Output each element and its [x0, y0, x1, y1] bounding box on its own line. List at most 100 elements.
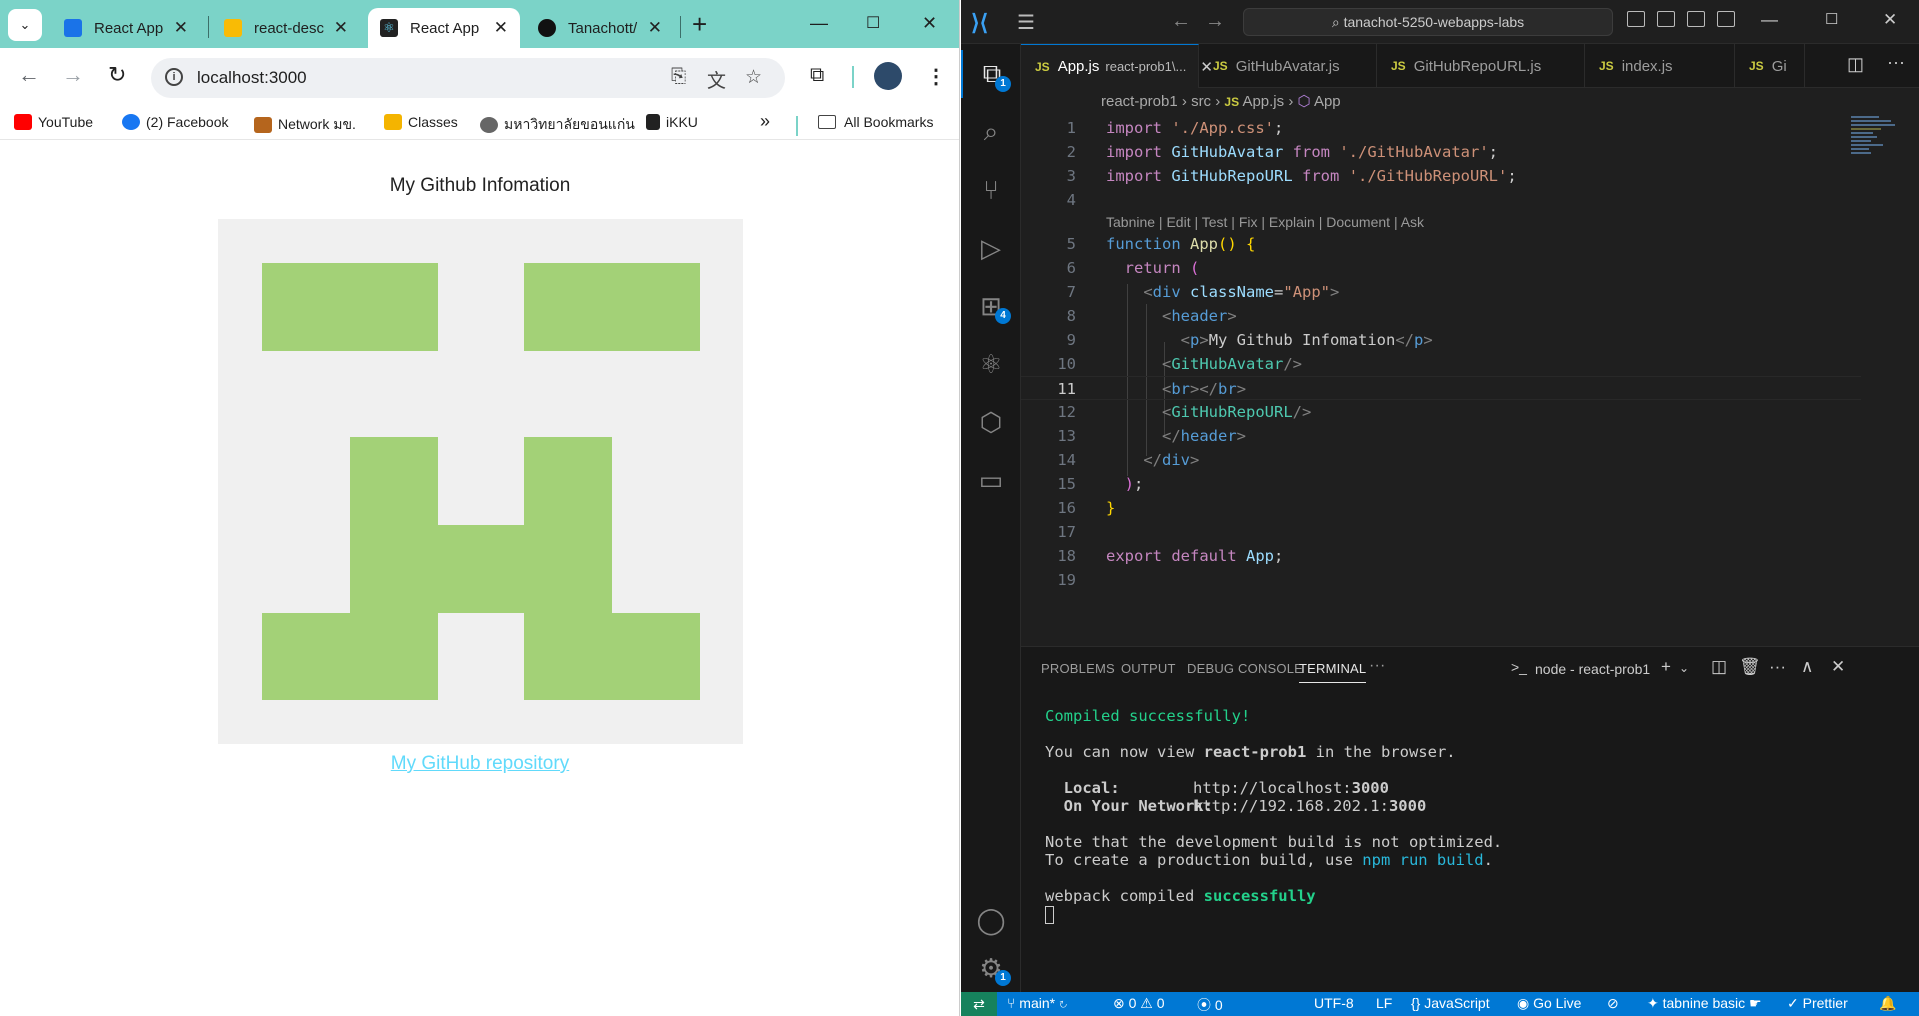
bookmark-item[interactable]: iKKU: [646, 114, 698, 130]
go-live-button[interactable]: ◉ Go Live: [1517, 995, 1581, 1012]
code-editor[interactable]: 1 import './App.css'; 2 import GitHubAvata…: [1021, 116, 1919, 646]
more-actions-icon[interactable]: ···: [1887, 52, 1905, 73]
browser-tab-active[interactable]: ⚛ React App ✕: [368, 8, 520, 48]
line-text: export default App;: [1106, 547, 1284, 565]
install-app-icon[interactable]: ⎘: [671, 66, 686, 88]
toggle-secondary-sidebar-icon[interactable]: [1687, 11, 1705, 27]
more-menu-icon[interactable]: ⋮: [926, 64, 946, 89]
line-number: 13: [1057, 427, 1076, 445]
site-info-icon[interactable]: i: [165, 68, 183, 86]
toggle-sidebar-icon[interactable]: [1627, 11, 1645, 27]
panel-tab-problems[interactable]: PROBLEMS: [1041, 661, 1115, 676]
github-repo-link[interactable]: My GitHub repository: [0, 753, 959, 775]
panel-tab-output[interactable]: OUTPUT: [1121, 661, 1176, 676]
bookmark-item[interactable]: Classes: [384, 114, 458, 130]
problems-status[interactable]: ⊗ 0 ⚠ 0: [1113, 995, 1165, 1012]
close-panel-icon[interactable]: ✕: [1831, 657, 1845, 677]
customize-layout-icon[interactable]: [1717, 11, 1735, 27]
editor-tab[interactable]: JS GitHubAvatar.js: [1199, 44, 1377, 88]
breadcrumb-item[interactable]: App.js: [1242, 93, 1284, 110]
prettier-status[interactable]: ✓ Prettier: [1787, 995, 1848, 1012]
browser-tab[interactable]: react-desc ✕: [212, 8, 360, 48]
more-bookmarks-button[interactable]: »: [760, 111, 770, 132]
remote-indicator-icon[interactable]: ⇄: [961, 992, 997, 1016]
manage-button[interactable]: ⚙ 1: [961, 944, 1021, 992]
go-back-button[interactable]: ←: [1171, 10, 1191, 33]
comments-button[interactable]: ▭: [961, 456, 1021, 504]
menu-icon[interactable]: ☰: [1017, 10, 1035, 35]
breadcrumb-item[interactable]: react-prob1: [1101, 93, 1178, 110]
explorer-button[interactable]: ⧉ 1: [961, 50, 1021, 98]
branch-status[interactable]: ⑂ main* ↻: [1007, 995, 1067, 1011]
copilot-disabled-icon[interactable]: ⊘: [1607, 995, 1619, 1012]
encoding-status[interactable]: UTF-8: [1314, 995, 1354, 1011]
editor-tab[interactable]: JS GitHubRepoURL.js: [1377, 44, 1585, 88]
bookmark-item[interactable]: YouTube: [14, 114, 93, 130]
notifications-icon[interactable]: 🔔: [1879, 995, 1896, 1012]
trash-icon[interactable]: 🗑: [1739, 657, 1761, 677]
tabnine-codelens[interactable]: Tabnine | Edit | Test | Fix | Explain | …: [1106, 214, 1424, 230]
editor-tab[interactable]: JS Gi: [1735, 44, 1805, 88]
split-terminal-icon[interactable]: ◫: [1711, 657, 1727, 677]
address-bar[interactable]: i localhost:3000 ⎘ 文 ☆: [151, 58, 785, 98]
panel-tab-terminal[interactable]: TERMINAL: [1299, 661, 1367, 683]
maximize-button[interactable]: ☐: [1825, 10, 1838, 28]
all-bookmarks-button[interactable]: All Bookmarks: [818, 114, 933, 130]
editor-tab[interactable]: JS index.js: [1585, 44, 1735, 88]
close-window-button[interactable]: ✕: [922, 13, 937, 34]
breadcrumb-item[interactable]: App: [1314, 93, 1341, 110]
translate-icon[interactable]: 文: [707, 66, 726, 93]
forward-button[interactable]: →: [62, 62, 84, 88]
tab-search-button[interactable]: ⌄: [8, 9, 42, 41]
chevron-down-icon[interactable]: ⌄: [1679, 661, 1689, 675]
terminal-name[interactable]: node - react-prob1: [1535, 661, 1650, 677]
source-control-button[interactable]: ⑂: [961, 166, 1021, 214]
bookmark-item[interactable]: (2) Facebook: [122, 114, 228, 130]
language-status[interactable]: {} JavaScript: [1411, 995, 1490, 1011]
breadcrumb-item[interactable]: src: [1191, 93, 1211, 110]
maximize-panel-icon[interactable]: ∧: [1801, 657, 1813, 677]
minimize-button[interactable]: —: [1761, 10, 1778, 30]
panel-tab-debug-console[interactable]: DEBUG CONSOLE: [1187, 661, 1303, 676]
maximize-button[interactable]: ☐: [866, 13, 880, 33]
close-icon[interactable]: ✕: [334, 18, 348, 38]
run-debug-button[interactable]: ▷: [961, 224, 1021, 272]
minimize-button[interactable]: —: [810, 13, 828, 34]
remote-explorer-button[interactable]: ⬡: [961, 398, 1021, 446]
bookmark-item[interactable]: Network มข.: [254, 114, 356, 136]
close-icon[interactable]: ✕: [648, 18, 662, 38]
ports-status[interactable]: ⦿ 0: [1197, 995, 1223, 1015]
close-icon[interactable]: ✕: [494, 18, 508, 38]
panel-more-icon[interactable]: ···: [1369, 657, 1386, 675]
language-name: JavaScript: [1424, 995, 1490, 1011]
editor-tab-active[interactable]: JS App.js react-prob1\... ✕: [1021, 44, 1213, 88]
command-center[interactable]: ⌕ tanachot-5250-webapps-labs: [1243, 8, 1613, 36]
profile-avatar[interactable]: [874, 62, 902, 90]
more-actions-icon[interactable]: ···: [1769, 657, 1786, 677]
browser-tab[interactable]: React App ✕: [52, 8, 200, 48]
tab-description: react-prob1\...: [1105, 59, 1187, 74]
go-forward-button[interactable]: →: [1205, 10, 1225, 33]
bookmark-item[interactable]: มหาวิทยาลัยขอนแก่น: [480, 114, 635, 136]
minimap[interactable]: [1851, 116, 1901, 156]
accounts-button[interactable]: ◯: [961, 896, 1021, 944]
extensions-icon[interactable]: ⧉: [810, 64, 824, 87]
bookmark-star-icon[interactable]: ☆: [745, 66, 762, 89]
extensions-button[interactable]: ⊞ 4: [961, 282, 1021, 330]
back-button[interactable]: ←: [18, 62, 40, 88]
eol-status[interactable]: LF: [1376, 995, 1392, 1011]
tabnine-status[interactable]: ✦ tabnine basic ☛: [1647, 995, 1762, 1012]
terminal-output[interactable]: Compiled successfully! You can now view …: [1045, 707, 1502, 924]
close-window-button[interactable]: ✕: [1883, 10, 1897, 30]
reload-button[interactable]: ↻: [108, 62, 126, 88]
react-tools-button[interactable]: ⚛: [961, 340, 1021, 388]
browser-tab[interactable]: Tanachott/ ✕: [526, 8, 674, 48]
toggle-panel-icon[interactable]: [1657, 11, 1675, 27]
new-tab-button[interactable]: +: [692, 11, 707, 37]
close-icon[interactable]: ✕: [174, 18, 188, 38]
new-terminal-icon[interactable]: +: [1661, 657, 1671, 677]
split-editor-icon[interactable]: ◫: [1847, 54, 1864, 75]
search-button[interactable]: ⌕: [961, 108, 1021, 156]
page-title: My Github Infomation: [389, 175, 571, 196]
react-icon: ⚛: [380, 19, 398, 37]
